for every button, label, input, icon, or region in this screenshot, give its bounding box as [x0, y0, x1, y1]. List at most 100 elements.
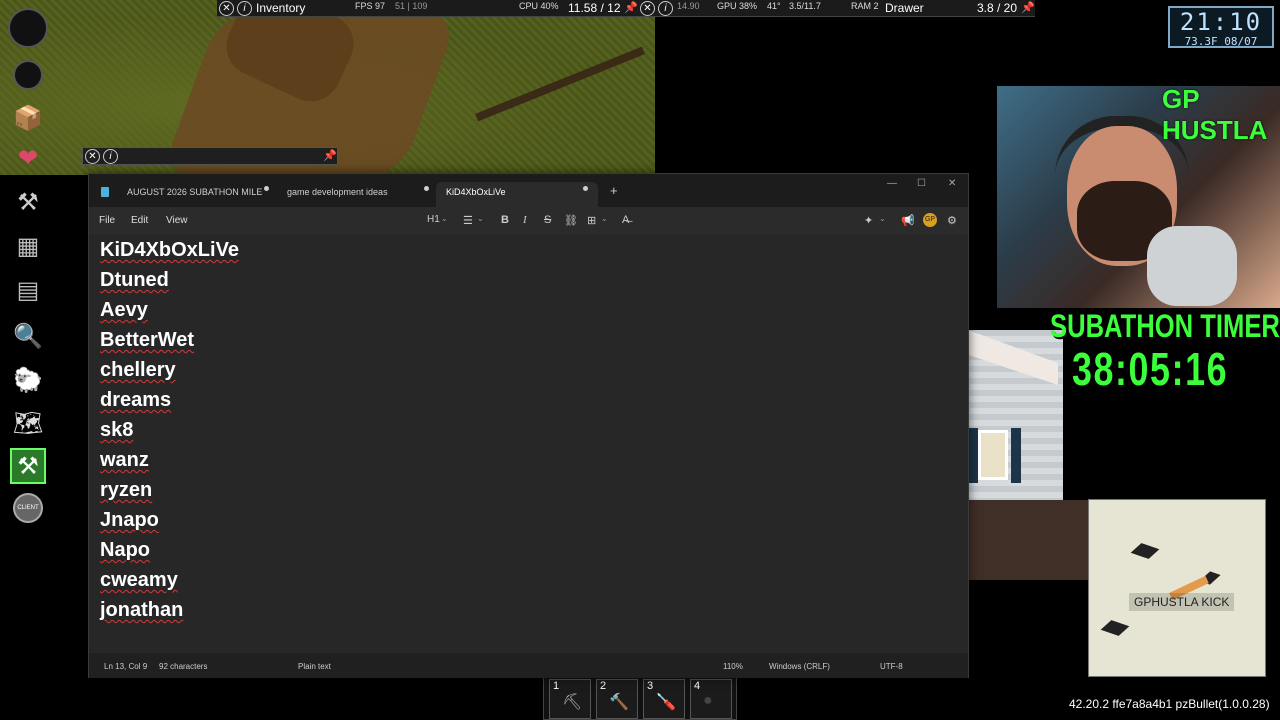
copilot-icon[interactable]: ✦ [864, 214, 873, 227]
user-avatar-icon[interactable]: GP [923, 213, 937, 227]
text-line: ryzen [100, 479, 153, 501]
game-clock: 21:10 73.3F 08/07 [1168, 6, 1274, 48]
chevron-down-icon[interactable]: ⌄ [879, 214, 886, 223]
map-icon[interactable]: 🗺 [10, 405, 46, 441]
version-string: 42.20.2 ffe7a8a4b1 pzBullet(1.0.0.28) [1069, 697, 1270, 711]
window-shutter [1011, 428, 1021, 483]
clear-formatting-icon[interactable]: A̶ [622, 214, 629, 226]
minimap[interactable]: GPHUSTLA KICK [1088, 499, 1266, 677]
gpu-temp: 41° [767, 1, 781, 11]
tab-subathon-milestones[interactable]: AUGUST 2026 SUBATHON MILESTO [117, 182, 263, 207]
house-window [978, 430, 1008, 480]
text-editor[interactable]: KiD4XbOxLiVe Dtuned Aevy BetterWet chell… [89, 235, 968, 653]
unsaved-dot-icon [264, 186, 269, 191]
minimap-building [1100, 620, 1130, 636]
animals-icon[interactable]: 🐑 [10, 362, 46, 398]
settings-gear-icon[interactable]: ⚙ [947, 214, 957, 227]
chevron-down-icon[interactable]: ⌄ [601, 214, 608, 223]
menu-view[interactable]: View [166, 215, 188, 226]
subathon-label: SUBATHON TIMER [1050, 308, 1280, 344]
window-shutter [968, 428, 978, 483]
inventory-weight: 11.58 / 12 [568, 1, 621, 15]
drawer-weight: 3.8 / 20 [977, 1, 1018, 15]
info-icon[interactable]: i [103, 149, 118, 164]
gpu-clock: 14.90 [677, 1, 700, 11]
inventory-box-icon[interactable]: 📦 [10, 100, 46, 136]
text-format[interactable]: Plain text [298, 662, 331, 671]
text-line: Aevy [100, 299, 148, 321]
minimize-icon[interactable]: — [887, 178, 897, 189]
text-line: wanz [100, 449, 149, 471]
text-line: KiD4XbOxLiVe [100, 239, 239, 261]
pickaxe-icon: ⛏ [562, 694, 583, 711]
hotbar-slot-4[interactable]: 4 ● [690, 679, 732, 719]
cpu-readout: CPU 40% [519, 1, 559, 11]
chevron-down-icon[interactable]: ⌄ [441, 214, 448, 223]
hotbar-slot-2[interactable]: 2 🔨 [596, 679, 638, 719]
italic-button[interactable]: I [523, 214, 527, 226]
streamer-name: GP HUSTLA [1162, 84, 1268, 145]
building-icon[interactable]: ▦ [10, 228, 46, 264]
info-icon[interactable]: i [237, 1, 252, 16]
info-icon[interactable]: i [658, 1, 673, 16]
pin-icon[interactable]: 📌 [624, 1, 638, 14]
client-label: CLIENT [13, 493, 43, 523]
close-icon[interactable]: ✕ [85, 149, 100, 164]
notepad-app-icon [101, 187, 109, 197]
chevron-down-icon[interactable]: ⌄ [477, 214, 484, 223]
line-ending[interactable]: Windows (CRLF) [769, 662, 830, 671]
slot-number: 4 [694, 680, 701, 692]
slot-number: 3 [647, 680, 654, 692]
bold-button[interactable]: B [501, 214, 509, 226]
unsaved-dot-icon [424, 186, 429, 191]
furniture-icon[interactable]: ▤ [10, 272, 46, 308]
text-line: BetterWet [100, 329, 195, 351]
list-icon[interactable]: ☰ [463, 214, 473, 227]
table-icon[interactable]: ⊞ [587, 214, 596, 227]
slot-number: 2 [600, 680, 607, 692]
clock-time: 21:10 [1179, 8, 1263, 36]
inventory-title[interactable]: Inventory [256, 1, 305, 15]
close-icon[interactable]: ✕ [219, 1, 234, 16]
search-magnifier-icon[interactable]: 🔍 [10, 318, 46, 354]
status-small-circle-icon[interactable] [13, 60, 43, 90]
menu-bar: File Edit View H1 ⌄ ☰ ⌄ B I S ⛓ ⊞ ⌄ A̶ ✦… [89, 207, 968, 235]
floating-panel[interactable]: ✕ i 📌 [82, 147, 338, 165]
hotbar-slot-1[interactable]: 1 ⛏ [549, 679, 591, 719]
close-window-icon[interactable]: ✕ [948, 178, 956, 189]
client-icon[interactable]: CLIENT [10, 490, 46, 526]
empty-slot-icon: ● [703, 692, 713, 709]
tab-game-development-ideas[interactable]: game development ideas [277, 182, 425, 207]
heading-dropdown[interactable]: H1 [427, 214, 440, 225]
text-line: dreams [100, 389, 172, 411]
link-icon[interactable]: ⛓ [564, 214, 578, 227]
text-line: Jnapo [100, 509, 159, 531]
tab-kid4xboxlive[interactable]: KiD4XbOxLiVe [436, 182, 598, 207]
gpu-readout: GPU 38% [717, 1, 758, 11]
crafting-hammer-icon[interactable]: ⚒ [10, 184, 46, 220]
tab-bar: AUGUST 2026 SUBATHON MILESTO game develo… [89, 174, 968, 207]
admin-tools-icon[interactable]: ⚒ [10, 448, 46, 484]
new-tab-plus-icon[interactable]: + [610, 183, 618, 198]
close-icon[interactable]: ✕ [640, 1, 655, 16]
encoding[interactable]: UTF-8 [880, 662, 903, 671]
menu-edit[interactable]: Edit [131, 215, 148, 226]
status-circle-icon[interactable] [8, 8, 48, 48]
pin-icon[interactable]: 📌 [1021, 1, 1035, 14]
cursor-position[interactable]: Ln 13, Col 9 [104, 662, 147, 671]
menu-file[interactable]: File [99, 215, 115, 226]
towel [1147, 226, 1237, 306]
pin-icon[interactable]: 📌 [323, 149, 337, 162]
fps-detail: 51 | 109 [395, 1, 428, 11]
text-line: sk8 [100, 419, 134, 441]
maximize-icon[interactable]: ☐ [917, 178, 926, 189]
announcement-icon[interactable]: 📢 [901, 214, 915, 227]
unsaved-dot-icon [583, 186, 588, 191]
drawer-title[interactable]: Drawer [885, 1, 924, 15]
strikethrough-button[interactable]: S [544, 214, 551, 226]
hotbar-slot-3[interactable]: 3 🪛 [643, 679, 685, 719]
status-bar: Ln 13, Col 9 92 characters Plain text 11… [89, 656, 968, 678]
zoom-level[interactable]: 110% [723, 662, 743, 671]
health-heart-icon[interactable]: ❤ [10, 140, 46, 176]
text-line: Napo [100, 539, 150, 561]
